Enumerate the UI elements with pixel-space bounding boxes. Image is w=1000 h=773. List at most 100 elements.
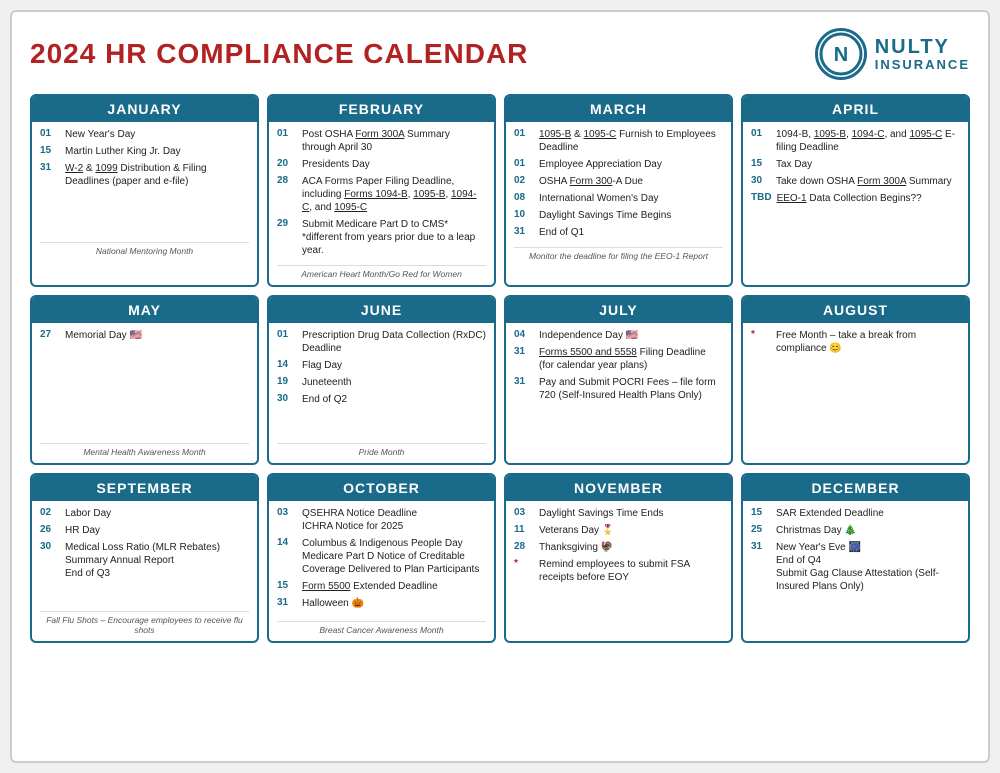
event-day: 03 (514, 507, 534, 518)
event-text: Veterans Day 🎖️ (539, 524, 614, 537)
month-footer: Breast Cancer Awareness Month (277, 621, 486, 635)
month-header-april: APRIL (743, 96, 968, 122)
event-text: Juneteenth (302, 376, 352, 389)
event-row: 11 Veterans Day 🎖️ (514, 524, 723, 537)
month-body-february: 01 Post OSHA Form 300A Summary through Ap… (269, 122, 494, 285)
month-body-september: 02Labor Day26HR Day30Medical Loss Ratio … (32, 501, 257, 641)
month-header-august: AUGUST (743, 297, 968, 323)
event-row: 03QSEHRA Notice DeadlineICHRA Notice for… (277, 507, 486, 533)
event-row: 14Columbus & Indigenous People DayMedica… (277, 537, 486, 576)
event-day: 19 (277, 376, 297, 387)
event-row: 04Independence Day 🇺🇸 (514, 329, 723, 342)
event-day: 28 (277, 175, 297, 186)
month-card-may: MAY27Memorial Day 🇺🇸Mental Health Awaren… (30, 295, 259, 465)
calendar-grid: JANUARY01New Year's Day15Martin Luther K… (30, 94, 970, 643)
event-day: 31 (514, 376, 534, 387)
month-header-december: DECEMBER (743, 475, 968, 501)
month-header-july: JULY (506, 297, 731, 323)
event-day: 31 (514, 346, 534, 357)
event-row: 01 1095-B & 1095-C Furnish to Employees D… (514, 128, 723, 154)
event-day: 30 (751, 175, 771, 186)
event-day: 02 (514, 175, 534, 186)
month-footer: Monitor the deadline for filing the EEO-… (514, 247, 723, 261)
event-row: 31End of Q1 (514, 226, 723, 239)
logo-name: NULTY (875, 36, 970, 58)
event-text: Pay and Submit POCRI Fees – file form 72… (539, 376, 723, 402)
event-row: 31Halloween 🎃 (277, 597, 486, 610)
event-text: End of Q2 (302, 393, 347, 406)
event-row: 30Take down OSHA Form 300A Summary (751, 175, 960, 188)
event-day: 01 (40, 128, 60, 139)
event-text: HR Day (65, 524, 100, 537)
event-text: Forms 5500 and 5558 Filing Deadline (for… (539, 346, 723, 372)
event-day: 01 (277, 128, 297, 139)
month-footer: Mental Health Awareness Month (40, 443, 249, 457)
event-row: 31New Year's Eve 🎆End of Q4Submit Gag Cl… (751, 541, 960, 593)
event-row: 29Submit Medicare Part D to CMS**differe… (277, 218, 486, 257)
event-text: Presidents Day (302, 158, 370, 171)
event-day: 14 (277, 359, 297, 370)
month-header-november: NOVEMBER (506, 475, 731, 501)
event-row: 30End of Q2 (277, 393, 486, 406)
event-day: 27 (40, 329, 60, 340)
month-footer: National Mentoring Month (40, 242, 249, 256)
page: 2024 HR COMPLIANCE CALENDAR N NULTY INSU… (10, 10, 990, 763)
event-row: 15Martin Luther King Jr. Day (40, 145, 249, 158)
event-day: 28 (514, 541, 534, 552)
event-day: * (751, 329, 771, 340)
event-text: Christmas Day 🎄 (776, 524, 857, 537)
logo-sub: INSURANCE (875, 58, 970, 72)
event-row: 15Tax Day (751, 158, 960, 171)
event-text: Memorial Day 🇺🇸 (65, 329, 142, 342)
month-body-january: 01 New Year's Day 15Martin Luther King Jr.… (32, 122, 257, 262)
logo-icon: N (815, 28, 867, 80)
event-row: 01 New Year's Day (40, 128, 249, 141)
month-card-july: JULY 04Independence Day 🇺🇸 31 Forms 5500 an… (504, 295, 733, 465)
event-text: Thanksgiving 🦃 (539, 541, 613, 554)
event-day: 31 (751, 541, 771, 552)
event-row: 03Daylight Savings Time Ends (514, 507, 723, 520)
month-body-august: *Free Month – take a break from complian… (743, 323, 968, 463)
event-row: 14Flag Day (277, 359, 486, 372)
event-text: International Women's Day (539, 192, 659, 205)
event-text: ACA Forms Paper Filing Deadline, includi… (302, 175, 486, 214)
event-day: 15 (40, 145, 60, 156)
month-header-march: MARCH (506, 96, 731, 122)
event-day: 01 (514, 128, 534, 139)
event-day: 30 (40, 541, 60, 552)
month-footer: Pride Month (277, 443, 486, 457)
event-day: 25 (751, 524, 771, 535)
month-card-january: JANUARY01New Year's Day15Martin Luther K… (30, 94, 259, 287)
event-text: Employee Appreciation Day (539, 158, 662, 171)
event-day: 11 (514, 524, 534, 535)
event-day: 01 (277, 329, 297, 340)
event-text: 1095-B & 1095-C Furnish to Employees Dea… (539, 128, 723, 154)
event-row: 10Daylight Savings Time Begins (514, 209, 723, 222)
event-row: 19 Juneteenth (277, 376, 486, 389)
event-row: 02 OSHA Form 300-A Due (514, 175, 723, 188)
month-body-november: 03Daylight Savings Time Ends 11 Veterans D… (506, 501, 731, 641)
month-body-may: 27 Memorial Day 🇺🇸 Mental Health Awareness… (32, 323, 257, 463)
event-row: 31 Forms 5500 and 5558 Filing Deadline (f… (514, 346, 723, 372)
event-day: 31 (40, 162, 60, 173)
event-text: OSHA Form 300-A Due (539, 175, 643, 188)
month-body-april: 011094-B, 1095-B, 1094-C, and 1095-C E-f… (743, 122, 968, 262)
month-header-june: JUNE (269, 297, 494, 323)
event-row: 31W-2 & 1099 Distribution & Filing Deadl… (40, 162, 249, 188)
month-card-february: FEBRUARY01Post OSHA Form 300A Summary th… (267, 94, 496, 287)
event-text: Submit Medicare Part D to CMS**different… (302, 218, 486, 257)
event-day: 01 (514, 158, 534, 169)
event-day: 02 (40, 507, 60, 518)
event-text: Columbus & Indigenous People DayMedicare… (302, 537, 486, 576)
event-day: 26 (40, 524, 60, 535)
event-text: New Year's Day (65, 128, 135, 141)
event-row: 01Prescription Drug Data Collection (RxD… (277, 329, 486, 355)
event-day: 15 (751, 507, 771, 518)
event-day: 15 (751, 158, 771, 169)
event-day: 01 (751, 128, 771, 139)
event-row: 28 Thanksgiving 🦃 (514, 541, 723, 554)
event-row: 15Form 5500 Extended Deadline (277, 580, 486, 593)
event-text: Post OSHA Form 300A Summary through Apri… (302, 128, 486, 154)
month-card-october: OCTOBER03QSEHRA Notice DeadlineICHRA Not… (267, 473, 496, 643)
month-footer: Fall Flu Shots – Encourage employees to … (40, 611, 249, 635)
